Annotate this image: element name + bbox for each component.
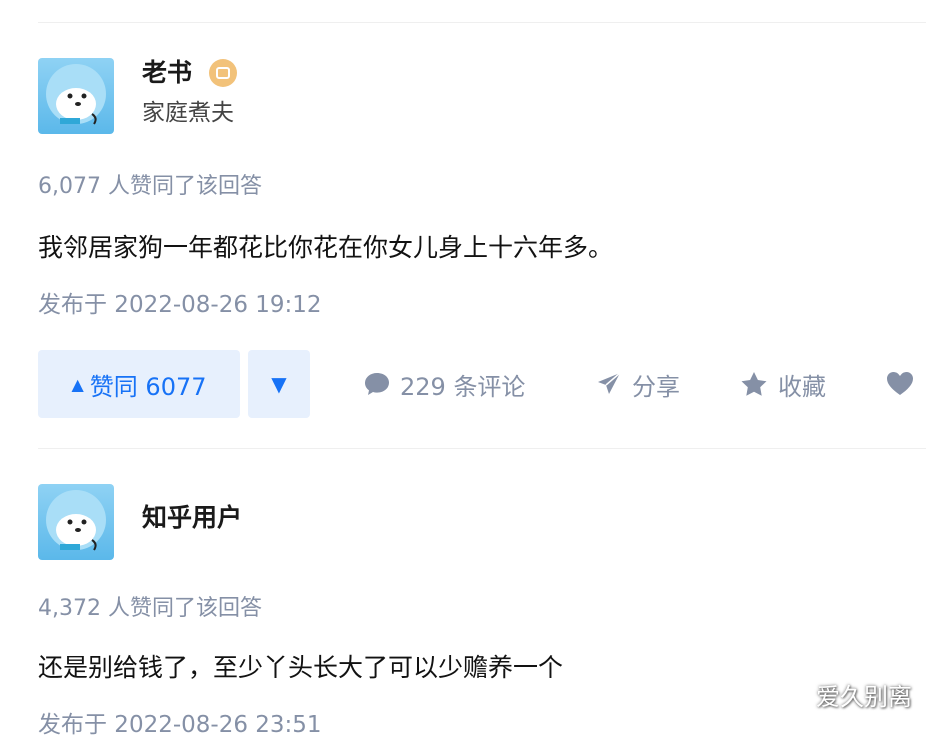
star-icon — [741, 372, 767, 396]
vote-count-text: 4,372 人赞同了该回答 — [38, 596, 262, 621]
watermark: 爱久别离 — [816, 683, 912, 711]
avatar-dog-icon — [46, 64, 106, 125]
avatar[interactable] — [38, 58, 114, 134]
answer-item: 老书 家庭煮夫 6,077 人赞同了该回答 我邻居家狗一年都花比你花在你女儿身上… — [38, 56, 926, 418]
avatar-dog-icon — [46, 490, 106, 551]
achievement-badge-icon[interactable] — [209, 59, 237, 87]
triangle-up-icon: ▲ — [71, 374, 84, 394]
author-info: 知乎用户 — [38, 482, 926, 560]
answer-divider — [38, 448, 926, 449]
answer-content: 我邻居家狗一年都花比你花在你女儿身上十六年多。 — [38, 233, 614, 262]
share-button[interactable]: 分享 — [596, 350, 680, 418]
publish-time[interactable]: 发布于 2022-08-26 23:51 — [38, 710, 322, 740]
author-info: 老书 家庭煮夫 — [38, 56, 926, 134]
comment-button[interactable]: 229 条评论 — [364, 350, 525, 418]
top-divider — [38, 22, 926, 23]
author-name[interactable]: 老书 — [142, 56, 192, 90]
heart-icon — [887, 372, 913, 395]
avatar[interactable] — [38, 484, 114, 560]
upvote-button[interactable]: ▲ 赞同 6077 — [38, 350, 240, 418]
answer-item: 知乎用户 4,372 人赞同了该回答 还是别给钱了，至少丫头长大了可以少赡养一个… — [38, 482, 926, 738]
upvote-label: 赞同 6077 — [89, 372, 207, 401]
comment-bubble-icon — [365, 373, 389, 395]
paper-plane-icon — [598, 372, 621, 394]
answer-content: 还是别给钱了，至少丫头长大了可以少赡养一个 — [38, 653, 564, 682]
publish-time[interactable]: 发布于 2022-08-26 19:12 — [38, 290, 322, 320]
vote-count-text: 6,077 人赞同了该回答 — [38, 174, 262, 199]
triangle-down-icon: ▼ — [271, 372, 287, 396]
favorite-label: 收藏 — [778, 372, 826, 401]
author-bio: 家庭煮夫 — [142, 100, 234, 126]
action-bar: ▲ 赞同 6077 ▼ 229 条评论 分享 收藏 — [38, 350, 926, 418]
like-button[interactable] — [886, 350, 914, 418]
favorite-button[interactable]: 收藏 — [740, 350, 826, 418]
author-name[interactable]: 知乎用户 — [142, 501, 242, 535]
share-label: 分享 — [632, 372, 680, 401]
comment-label: 229 条评论 — [400, 372, 526, 401]
downvote-button[interactable]: ▼ — [248, 350, 310, 418]
